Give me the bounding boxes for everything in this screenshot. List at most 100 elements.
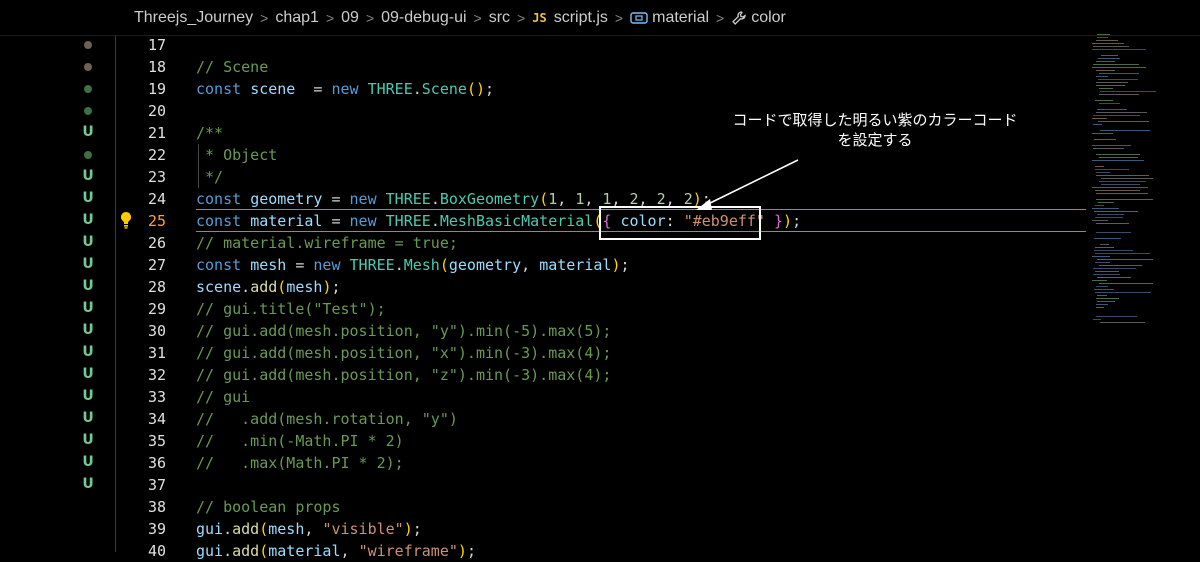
code-token: add [232, 520, 260, 538]
line-number[interactable]: 31 [116, 342, 166, 364]
minimap-line [1092, 49, 1146, 50]
code-token: geometry [448, 256, 522, 274]
code-token: . [430, 212, 440, 230]
breadcrumb-separator: > [473, 9, 482, 26]
code-line[interactable]: // boolean props [196, 496, 341, 518]
line-number[interactable]: 40 [116, 540, 166, 562]
line-number[interactable]: 26 [116, 232, 166, 254]
line-number[interactable]: 36 [116, 452, 166, 474]
minimap-line [1092, 118, 1107, 119]
code-token: () [466, 80, 485, 98]
git-modified-dot-icon [84, 41, 92, 49]
code-line[interactable]: // .min(-Math.PI * 2) [196, 430, 404, 452]
annotation-callout: コードで取得した明るい紫のカラーコード を設定する [700, 110, 1050, 150]
code-line[interactable]: gui.add(material, "wireframe"); [196, 540, 476, 562]
breadcrumb-item-chap1[interactable]: chap1 [275, 9, 319, 27]
code-token: "visible" [322, 520, 404, 538]
line-number[interactable]: 18 [116, 56, 166, 78]
code-line[interactable]: // gui.title("Test"); [196, 298, 386, 320]
minimap-line [1100, 244, 1109, 245]
git-untracked-mark: U [82, 344, 94, 360]
minimap-line [1100, 91, 1156, 92]
code-line[interactable]: // gui.add(mesh.position, "z").min(-3).m… [196, 364, 611, 386]
code-line[interactable]: * Object [196, 144, 277, 166]
code-line[interactable]: // gui.add(mesh.position, "y").min(-5).m… [196, 320, 611, 342]
code-token: new [331, 80, 368, 98]
line-number[interactable]: 17 [116, 34, 166, 56]
git-modified-dot-icon [84, 107, 92, 115]
minimap-line [1095, 247, 1114, 248]
code-token: ; [412, 520, 422, 538]
minimap-line [1098, 121, 1149, 122]
code-token: ( [539, 190, 549, 208]
code-token: ( [259, 542, 269, 560]
breadcrumb-item-09[interactable]: 09 [341, 9, 359, 27]
minimap-line [1094, 238, 1121, 239]
code-line[interactable]: // .max(Math.PI * 2); [196, 452, 404, 474]
breadcrumb-item-debug-ui[interactable]: 09-debug-ui [381, 9, 466, 27]
code-line[interactable]: // Scene [196, 56, 268, 78]
minimap-line [1097, 301, 1115, 302]
line-number[interactable]: 21 [116, 122, 166, 144]
code-line[interactable]: /** [196, 122, 223, 144]
code-line[interactable]: gui.add(mesh, "visible"); [196, 518, 422, 540]
minimap-line [1095, 271, 1119, 272]
git-modified-dot-icon [84, 63, 92, 71]
line-number[interactable]: 33 [116, 386, 166, 408]
minimap-line [1096, 316, 1137, 317]
minimap-line [1095, 253, 1150, 254]
breadcrumb-item-file[interactable]: script.js [554, 9, 608, 27]
code-line[interactable]: */ [196, 166, 223, 188]
code-line[interactable]: // material.wireframe = true; [196, 232, 458, 254]
breadcrumb: Threejs_Journey > chap1 > 09 > 09-debug-… [0, 0, 1200, 36]
code-token: new [313, 256, 350, 274]
breadcrumb-separator: > [260, 9, 269, 26]
minimap-line [1097, 37, 1108, 38]
code-token: add [250, 278, 278, 296]
minimap[interactable] [1088, 34, 1200, 334]
line-number[interactable]: 19 [116, 78, 166, 100]
breadcrumb-separator: > [365, 9, 375, 26]
line-number[interactable]: 22 [116, 144, 166, 166]
code-line[interactable]: const scene = new THREE.Scene(); [196, 78, 494, 100]
line-number[interactable]: 29 [116, 298, 166, 320]
code-line[interactable]: // gui.add(mesh.position, "x").min(-3).m… [196, 342, 611, 364]
line-number[interactable]: 39 [116, 518, 166, 540]
minimap-line [1093, 268, 1136, 269]
breadcrumb-item-src[interactable]: src [489, 9, 510, 27]
breadcrumb-item-material[interactable]: material [652, 9, 709, 27]
minimap-line [1096, 40, 1118, 41]
breadcrumb-item-root[interactable]: Threejs_Journey [134, 9, 253, 27]
minimap-line [1095, 217, 1123, 218]
line-number[interactable]: 30 [116, 320, 166, 342]
annotation-line-2: を設定する [837, 131, 913, 149]
line-number[interactable]: 37 [116, 474, 166, 496]
code-token: . [412, 80, 422, 98]
breadcrumb-item-color[interactable]: color [751, 9, 786, 27]
minimap-line [1096, 286, 1108, 287]
code-line[interactable]: // gui [196, 386, 250, 408]
line-number[interactable]: 38 [116, 496, 166, 518]
code-line[interactable]: const mesh = new THREE.Mesh(geometry, ma… [196, 254, 630, 276]
code-token: new [349, 212, 386, 230]
minimap-line [1098, 202, 1114, 203]
line-number[interactable]: 28 [116, 276, 166, 298]
minimap-line [1094, 250, 1133, 251]
line-number[interactable]: 27 [116, 254, 166, 276]
line-number[interactable]: 34 [116, 408, 166, 430]
minimap-line [1096, 298, 1119, 299]
line-number[interactable]: 23 [116, 166, 166, 188]
code-token: MeshBasicMaterial [439, 212, 594, 230]
code-line[interactable]: scene.add(mesh); [196, 276, 341, 298]
minimap-line [1097, 259, 1153, 260]
line-number[interactable]: 35 [116, 430, 166, 452]
line-number[interactable]: 32 [116, 364, 166, 386]
code-token: const [196, 212, 251, 230]
minimap-line [1096, 112, 1147, 113]
code-line[interactable]: // .add(mesh.rotation, "y") [196, 408, 458, 430]
line-number[interactable]: 20 [116, 100, 166, 122]
git-untracked-mark: U [82, 168, 94, 184]
git-untracked-mark: U [82, 432, 94, 448]
line-number[interactable]: 24 [116, 188, 166, 210]
lightbulb-icon[interactable] [118, 211, 134, 234]
